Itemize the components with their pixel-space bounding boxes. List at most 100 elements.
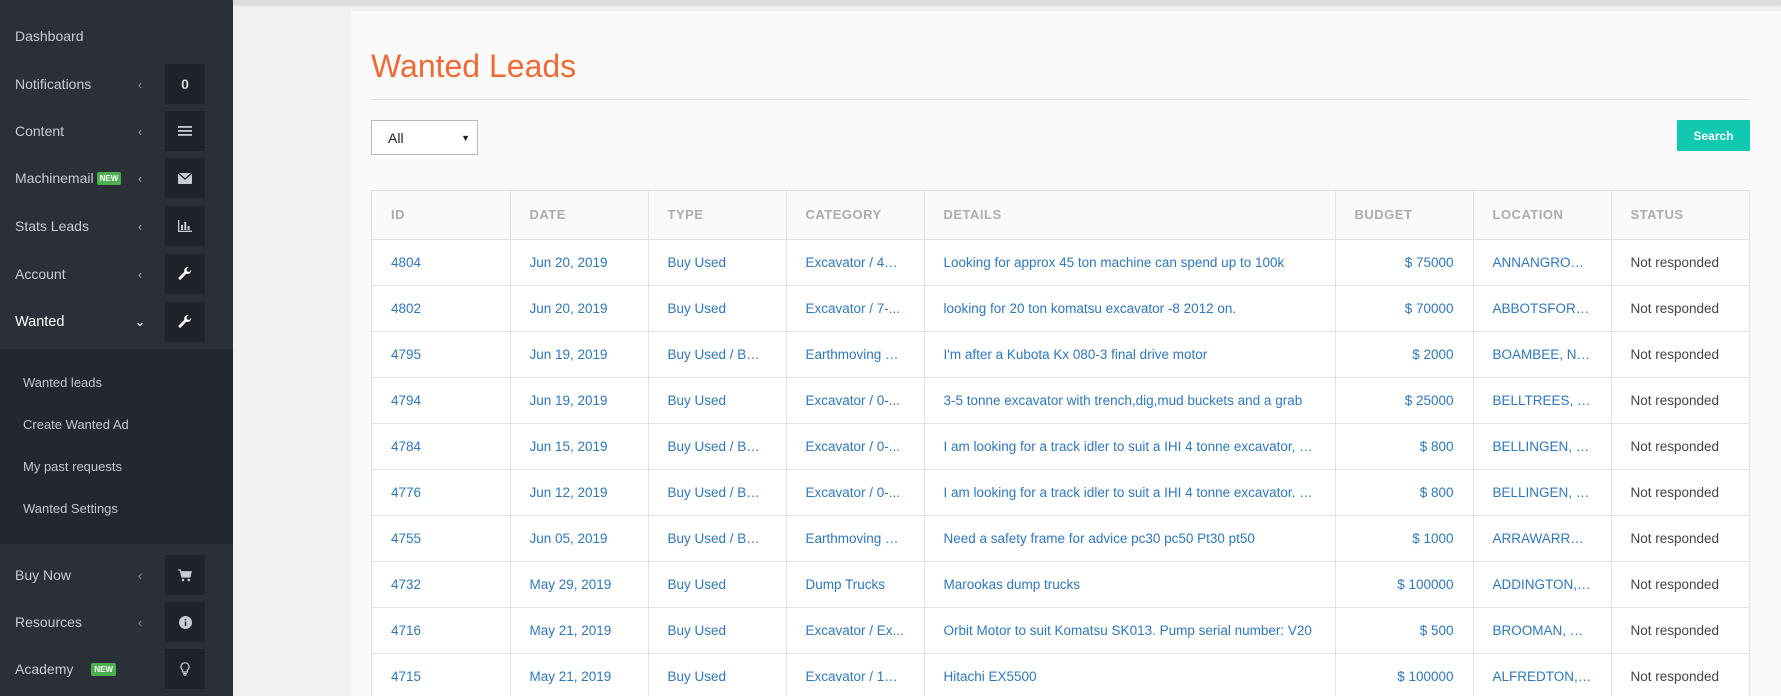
table-row[interactable]: 4795 Jun 19, 2019 Buy Used / Buy New Earthm… [372,331,1749,378]
lead-category[interactable]: Excavator / 7-... [786,285,925,332]
table-row[interactable]: 4732 May 29, 2019 Buy Used Dump Trucks Maroo… [372,561,1749,608]
lead-category[interactable]: Excavator / 0-... [786,423,925,470]
lead-date[interactable]: May 21, 2019 [510,607,649,654]
lead-location[interactable]: ANNANGROVE, NSW [1473,239,1612,286]
sidebar-item-resources[interactable]: Resources ‹ [0,601,233,643]
lead-location[interactable]: BROOMAN, NSW [1473,607,1612,654]
lead-id[interactable]: 4795 [372,331,511,378]
cart-icon[interactable] [165,555,205,595]
lead-category[interactable]: Excavator / 10-... [786,653,925,696]
bar-chart-icon[interactable] [165,206,205,246]
lead-type[interactable]: Buy Used [648,285,787,332]
sidebar-item-machinemail[interactable]: Machinemail NEW ‹ [0,157,233,199]
search-button[interactable]: Search [1677,120,1750,151]
lead-id[interactable]: 4804 [372,239,511,286]
column-header-category[interactable]: CATEGORY [786,191,925,240]
table-row[interactable]: 4716 May 21, 2019 Buy Used Excavator / Ex..… [372,607,1749,654]
lead-id[interactable]: 4715 [372,653,511,696]
sidebar-item-account[interactable]: Account ‹ [0,253,233,295]
sidebar-item-wanted[interactable]: Wanted ⌄ [0,301,233,343]
lead-id[interactable]: 4776 [372,469,511,516]
lead-budget[interactable]: $ 70000 [1335,285,1474,332]
lead-location[interactable]: ABBOTSFORD, NSW [1473,285,1612,332]
submenu-item-create-wanted-ad[interactable]: Create Wanted Ad [23,417,129,432]
table-row[interactable]: 4784 Jun 15, 2019 Buy Used / Buy New Excava… [372,423,1749,470]
column-header-id[interactable]: ID [372,191,511,240]
lead-id[interactable]: 4716 [372,607,511,654]
column-header-date[interactable]: DATE [510,191,649,240]
lead-details[interactable]: I'm after a Kubota Kx 080-3 final drive … [924,331,1336,378]
lead-details[interactable]: Need a safety frame for advice pc30 pc50… [924,515,1336,562]
lead-type[interactable]: Buy Used / Buy New [648,469,787,516]
lead-type[interactable]: Buy Used / Buy New [648,423,787,470]
status-filter-select[interactable]: All ▼ [371,120,478,155]
lead-date[interactable]: Jun 05, 2019 [510,515,649,562]
sidebar-item-notifications[interactable]: Notifications ‹ 0 [0,63,233,105]
lead-date[interactable]: Jun 15, 2019 [510,423,649,470]
lead-id[interactable]: 4732 [372,561,511,608]
lead-location[interactable]: ALFREDTON, VIC [1473,653,1612,696]
lead-budget[interactable]: $ 2000 [1335,331,1474,378]
column-header-details[interactable]: DETAILS [924,191,1336,240]
lead-location[interactable]: BELLINGEN, NSW [1473,423,1612,470]
sidebar-item-content[interactable]: Content ‹ [0,110,233,152]
sidebar-item-stats-leads[interactable]: Stats Leads ‹ [0,205,233,247]
lead-details[interactable]: Looking for approx 45 ton machine can sp… [924,239,1336,286]
lead-budget[interactable]: $ 1000 [1335,515,1474,562]
lead-type[interactable]: Buy Used [648,561,787,608]
lead-category[interactable]: Earthmoving Parts [786,515,925,562]
table-row[interactable]: 4715 May 21, 2019 Buy Used Excavator / 10-.… [372,653,1749,696]
table-row[interactable]: 4755 Jun 05, 2019 Buy Used / Buy New Earthm… [372,515,1749,562]
envelope-icon[interactable] [165,158,205,198]
lead-date[interactable]: Jun 20, 2019 [510,239,649,286]
lead-type[interactable]: Buy Used / Buy New [648,515,787,562]
sidebar-item-academy[interactable]: Academy NEW [0,648,233,690]
lead-category[interactable]: Excavator / 0-... [786,469,925,516]
lead-location[interactable]: BELLINGEN, NSW [1473,469,1612,516]
lead-category[interactable]: Excavator / 46-... [786,239,925,286]
table-row[interactable]: 4802 Jun 20, 2019 Buy Used Excavator / 7-..… [372,285,1749,332]
lead-location[interactable]: BOAMBEE, NSW [1473,331,1612,378]
lead-budget[interactable]: $ 100000 [1335,653,1474,696]
table-row[interactable]: 4776 Jun 12, 2019 Buy Used / Buy New Excava… [372,469,1749,516]
lead-type[interactable]: Buy Used [648,607,787,654]
column-header-type[interactable]: TYPE [648,191,787,240]
lead-budget[interactable]: $ 100000 [1335,561,1474,608]
lead-details[interactable]: Marookas dump trucks [924,561,1336,608]
submenu-item-wanted-leads[interactable]: Wanted leads [23,375,102,390]
wrench-icon[interactable] [165,302,205,342]
submenu-item-wanted-settings[interactable]: Wanted Settings [23,501,118,516]
column-header-status[interactable]: STATUS [1611,191,1749,240]
info-icon[interactable] [165,602,205,642]
lead-details[interactable]: I am looking for a track idler to suit a… [924,469,1336,516]
notifications-count-box[interactable]: 0 [165,64,205,104]
lead-id[interactable]: 4755 [372,515,511,562]
lead-budget[interactable]: $ 800 [1335,469,1474,516]
lead-id[interactable]: 4794 [372,377,511,424]
lead-details[interactable]: I am looking for a track idler to suit a… [924,423,1336,470]
wrench-icon[interactable] [165,254,205,294]
lead-date[interactable]: Jun 19, 2019 [510,377,649,424]
lightbulb-icon[interactable] [165,649,205,689]
sidebar-item-buy-now[interactable]: Buy Now ‹ [0,554,233,596]
column-header-location[interactable]: LOCATION [1473,191,1612,240]
submenu-item-my-past-requests[interactable]: My past requests [23,459,122,474]
lead-type[interactable]: Buy Used [648,653,787,696]
lead-details[interactable]: 3-5 tonne excavator with trench,dig,mud … [924,377,1336,424]
lead-date[interactable]: Jun 20, 2019 [510,285,649,332]
lead-budget[interactable]: $ 25000 [1335,377,1474,424]
lead-location[interactable]: ARRAWARRA, NSW [1473,515,1612,562]
column-header-budget[interactable]: BUDGET [1335,191,1474,240]
lead-id[interactable]: 4802 [372,285,511,332]
lead-budget[interactable]: $ 75000 [1335,239,1474,286]
lead-location[interactable]: ADDINGTON, NSW [1473,561,1612,608]
lead-category[interactable]: Earthmoving Parts [786,331,925,378]
lead-date[interactable]: May 21, 2019 [510,653,649,696]
lead-type[interactable]: Buy Used [648,239,787,286]
lead-type[interactable]: Buy Used / Buy New [648,331,787,378]
lead-date[interactable]: Jun 19, 2019 [510,331,649,378]
lead-location[interactable]: BELLTREES, NSW [1473,377,1612,424]
lead-details[interactable]: Orbit Motor to suit Komatsu SK013. Pump … [924,607,1336,654]
list-icon[interactable] [165,111,205,151]
lead-category[interactable]: Dump Trucks [786,561,925,608]
